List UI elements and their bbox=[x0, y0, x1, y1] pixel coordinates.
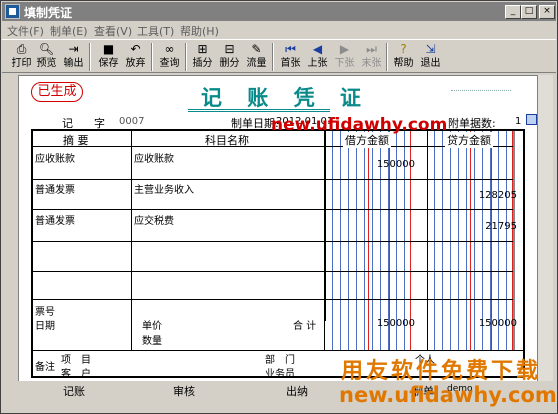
save-button[interactable]: ■ 保存 bbox=[97, 40, 120, 72]
undo-icon: ↶ bbox=[130, 42, 141, 56]
vertical-scrollbar[interactable] bbox=[538, 75, 553, 397]
row2-summary[interactable]: 普通发票 bbox=[35, 181, 75, 196]
next-voucher-button[interactable]: ▶ 下张 bbox=[333, 40, 356, 72]
cashflow-icon: ✎ bbox=[251, 42, 262, 56]
watermark-download: 用友软件免费下载 bbox=[341, 359, 542, 384]
toolbar: ⎙ 打印 🔍︎ 预览 ⇥ 输出 ■ 保存 ↶ 放弃 ∞ 查询 ⊞ 插分 ⊟ 删分 ✎ 流量 ⏮ 首张… bbox=[2, 39, 556, 73]
delete-line-button[interactable]: ⊟ 删分 bbox=[218, 40, 241, 72]
total-label: 合 计 bbox=[293, 321, 317, 332]
close-button[interactable]: × bbox=[539, 5, 555, 19]
row3-account[interactable]: 应交税费 bbox=[134, 212, 174, 227]
minimize-button[interactable]: _ bbox=[505, 5, 521, 19]
menu-tools[interactable]: 工具(T) bbox=[137, 23, 174, 39]
voucher-window: 填制凭证 _ □ × 文件(F) 制单(E) 查看(V) 工具(T) 帮助(H)… bbox=[0, 0, 558, 414]
maximize-button[interactable]: □ bbox=[521, 5, 537, 19]
menu-view[interactable]: 查看(V) bbox=[94, 23, 132, 39]
insert-row-icon: ⊞ bbox=[197, 42, 208, 56]
menu-file[interactable]: 文件(F) bbox=[7, 23, 44, 39]
help-button[interactable]: ? 帮助 bbox=[392, 40, 415, 72]
help-icon: ? bbox=[400, 42, 407, 56]
auditor-label: 审核 bbox=[173, 385, 195, 398]
department-label: 部 门 bbox=[265, 355, 295, 366]
attach-count[interactable]: 1 bbox=[515, 116, 521, 127]
total-debit: 150000 bbox=[376, 318, 415, 329]
menu-make[interactable]: 制单(E) bbox=[50, 23, 88, 39]
last-icon: ⏭ bbox=[366, 42, 377, 56]
export-icon: ⇥ bbox=[68, 42, 79, 56]
menu-bar: 文件(F) 制单(E) 查看(V) 工具(T) 帮助(H) bbox=[2, 21, 556, 38]
next-icon: ▶ bbox=[339, 42, 350, 56]
quantity-label: 数量 bbox=[142, 336, 162, 347]
last-voucher-button[interactable]: ⏭ 末张 bbox=[360, 40, 383, 72]
delete-row-icon: ⊟ bbox=[224, 42, 235, 56]
discard-button[interactable]: ↶ 放弃 bbox=[124, 40, 147, 72]
header-dotted-line bbox=[451, 90, 511, 91]
row1-debit[interactable]: 150000 bbox=[325, 159, 415, 170]
row3-summary[interactable]: 普通发票 bbox=[35, 212, 75, 227]
col-summary-header: 摘 要 bbox=[63, 134, 89, 147]
first-icon: ⏮ bbox=[285, 42, 296, 56]
book-keeper-label: 记账 bbox=[63, 385, 85, 398]
cashier-label: 出纳 bbox=[286, 385, 308, 398]
voucher-grid: 摘 要 科目名称 借方金额 贷方金额 应收账款 应收账款 150000 普通发票… bbox=[31, 129, 525, 380]
ticket-date-label: 日期 bbox=[35, 321, 55, 332]
customer-label: 客 户 bbox=[61, 369, 91, 380]
printer-icon: ⎙ bbox=[16, 42, 27, 56]
watermark-url-top: new.ufidawhy.com bbox=[271, 115, 448, 135]
exit-icon: ⇲ bbox=[425, 42, 436, 56]
binoculars-icon: ∞ bbox=[164, 42, 175, 56]
export-button[interactable]: ⇥ 输出 bbox=[62, 40, 85, 72]
app-icon bbox=[5, 4, 20, 19]
exit-button[interactable]: ⇲ 退出 bbox=[419, 40, 442, 72]
ticket-label: 票号 bbox=[35, 307, 55, 318]
voucher-number[interactable]: 0007 bbox=[119, 116, 144, 127]
total-credit: 150000 bbox=[478, 318, 517, 329]
voucher-title: 记 账 凭 证 bbox=[201, 86, 370, 110]
row1-summary[interactable]: 应收账款 bbox=[35, 150, 75, 165]
first-voucher-button[interactable]: ⏮ 首张 bbox=[279, 40, 302, 72]
preview-button[interactable]: 🔍︎ 预览 bbox=[35, 40, 58, 72]
prev-voucher-button[interactable]: ◀ 上张 bbox=[306, 40, 329, 72]
row2-account[interactable]: 主营业务收入 bbox=[134, 181, 194, 196]
generated-stamp: 已生成 bbox=[31, 82, 83, 102]
staff-label: 业务员 bbox=[265, 369, 295, 380]
preview-icon: 🔍︎ bbox=[38, 42, 55, 56]
title-bar: 填制凭证 _ □ × bbox=[2, 2, 556, 21]
query-button[interactable]: ∞ 查询 bbox=[158, 40, 181, 72]
row3-credit[interactable]: 21795 bbox=[427, 221, 517, 232]
row1-account[interactable]: 应收账款 bbox=[134, 150, 174, 165]
title-underline bbox=[188, 109, 330, 112]
cashflow-button[interactable]: ✎ 流量 bbox=[245, 40, 268, 72]
prev-icon: ◀ bbox=[312, 42, 323, 56]
watermark-url-bottom: new.ufidawhy.com bbox=[339, 383, 557, 407]
window-title: 填制凭证 bbox=[24, 6, 73, 20]
project-label: 项 目 bbox=[61, 355, 91, 366]
save-icon: ■ bbox=[102, 42, 115, 56]
attachment-search-icon[interactable] bbox=[526, 114, 537, 125]
note-label: 备注 bbox=[35, 362, 55, 373]
menu-help[interactable]: 帮助(H) bbox=[180, 23, 219, 39]
col-credit-header: 贷方金额 bbox=[445, 132, 493, 148]
row2-credit[interactable]: 128205 bbox=[427, 190, 517, 201]
insert-line-button[interactable]: ⊞ 插分 bbox=[191, 40, 214, 72]
col-account-header: 科目名称 bbox=[205, 134, 249, 147]
unit-price-label: 单价 bbox=[142, 321, 162, 332]
